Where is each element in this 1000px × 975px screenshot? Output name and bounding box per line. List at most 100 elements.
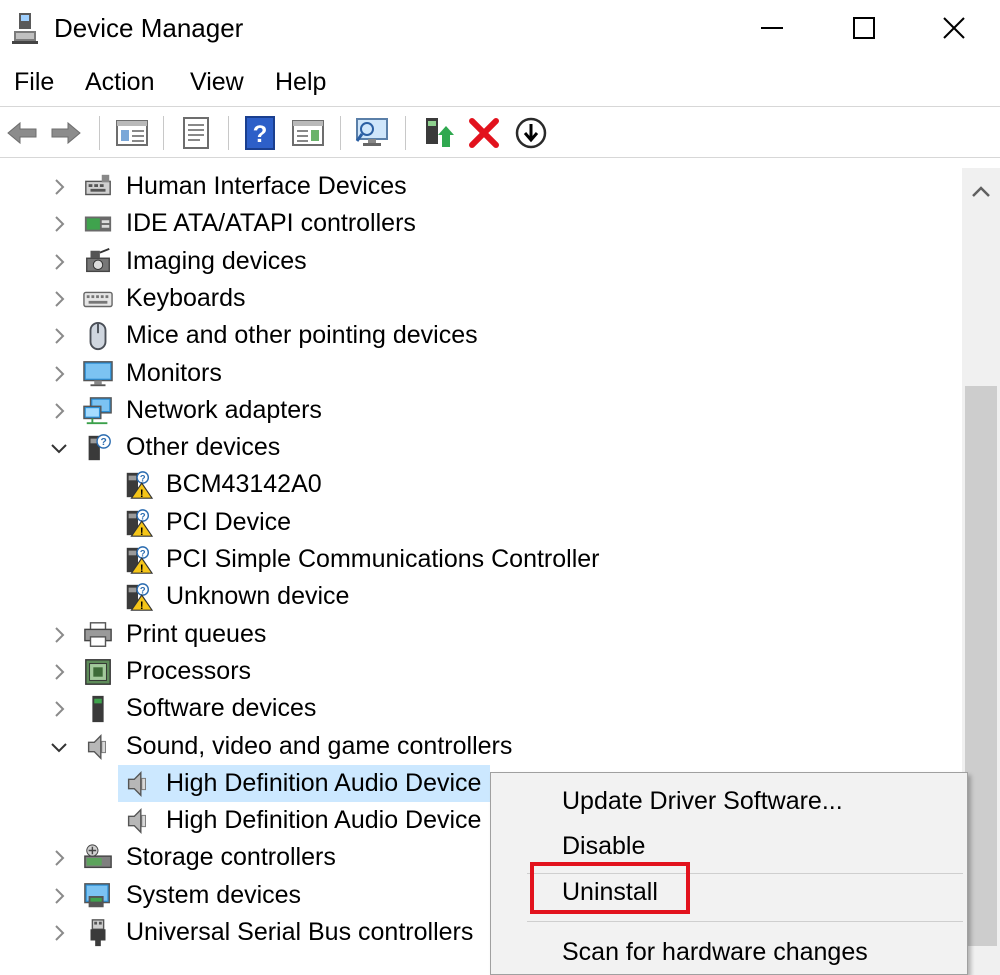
chevron-right-icon[interactable] <box>50 700 68 718</box>
toolbar-separator <box>340 116 341 150</box>
action-pane-icon[interactable] <box>290 115 326 151</box>
warning-device-icon: ?! <box>126 471 154 501</box>
chevron-right-icon[interactable] <box>50 849 68 867</box>
uninstall-x-icon[interactable] <box>466 115 502 151</box>
tree-category-network-adapters[interactable]: Network adapters <box>0 392 962 429</box>
chevron-right-icon[interactable] <box>50 215 68 233</box>
toolbar-separator <box>228 116 229 150</box>
chevron-down-icon[interactable] <box>50 738 68 756</box>
tree-item-label: Mice and other pointing devices <box>126 321 478 350</box>
tree-device-pci-device[interactable]: ?! PCI Device <box>0 504 962 541</box>
hid-icon <box>85 174 111 196</box>
uninstall-highlight-box <box>530 862 690 914</box>
update-driver-icon[interactable] <box>420 115 456 151</box>
tree-category-monitors[interactable]: Monitors <box>0 355 962 392</box>
tree-item-label: Print queues <box>126 619 267 648</box>
toolbar-separator <box>163 116 164 150</box>
menu-item-scan-hardware[interactable]: Scan for hardware changes <box>562 938 868 967</box>
tree-category-software-devices[interactable]: Software devices <box>0 690 962 727</box>
chevron-right-icon[interactable] <box>50 887 68 905</box>
tree-item-label: Software devices <box>126 694 317 723</box>
minimize-icon <box>761 27 783 29</box>
tree-category-print-queues[interactable]: Print queues <box>0 616 962 653</box>
tree-item-label: Network adapters <box>126 395 322 424</box>
scrollbar-thumb[interactable] <box>965 386 997 946</box>
processor-icon <box>85 659 111 685</box>
minimize-button[interactable] <box>726 0 818 56</box>
tree-item-label: Human Interface Devices <box>126 172 407 200</box>
tree-category-human-interface-devices[interactable]: Human Interface Devices <box>0 168 962 205</box>
tree-device-unknown-device[interactable]: ?! Unknown device <box>0 578 962 615</box>
properties-icon[interactable] <box>178 115 214 151</box>
menu-action[interactable]: Action <box>85 68 154 97</box>
menu-file[interactable]: File <box>14 68 54 97</box>
tree-item-label: Universal Serial Bus controllers <box>126 918 474 946</box>
menu-item-update-driver[interactable]: Update Driver Software... <box>562 787 843 816</box>
back-arrow-icon[interactable] <box>4 115 40 151</box>
software-icon <box>92 696 104 723</box>
svg-text:?: ? <box>140 548 146 558</box>
imaging-icon <box>86 247 110 272</box>
svg-text:?: ? <box>140 511 146 521</box>
ide-icon <box>84 216 112 232</box>
chevron-right-icon[interactable] <box>50 663 68 681</box>
chevron-right-icon[interactable] <box>50 402 68 420</box>
chevron-right-icon[interactable] <box>50 924 68 942</box>
svg-text:!: ! <box>140 600 144 612</box>
warning-device-icon: ?! <box>126 583 154 612</box>
tree-item-label: Unknown device <box>166 582 350 611</box>
tree-category-processors[interactable]: Processors <box>0 653 962 690</box>
chevron-right-icon[interactable] <box>50 253 68 271</box>
chevron-right-icon[interactable] <box>50 365 68 383</box>
tree-category-keyboards[interactable]: Keyboards <box>0 280 962 317</box>
maximize-button[interactable] <box>818 0 910 56</box>
scroll-up-arrow-icon[interactable] <box>962 172 1000 212</box>
usb-icon <box>90 919 106 947</box>
tree-item-label: Processors <box>126 656 252 685</box>
menu-view[interactable]: View <box>190 68 244 97</box>
disable-device-icon[interactable] <box>513 115 549 151</box>
chevron-right-icon[interactable] <box>50 290 68 308</box>
tree-item-label: Storage controllers <box>126 843 336 872</box>
chevron-right-icon[interactable] <box>50 178 68 196</box>
menu-separator <box>527 921 963 922</box>
toolbar-separator <box>99 116 100 150</box>
tree-item-label: System devices <box>126 880 302 909</box>
close-button[interactable] <box>908 0 1000 56</box>
tree-category-sound-video-and-game-controllers[interactable]: Sound, video and game controllers <box>0 728 962 765</box>
menu-item-disable[interactable]: Disable <box>562 832 645 861</box>
chevron-right-icon[interactable] <box>50 327 68 345</box>
toolbar: ? <box>0 106 1000 158</box>
show-hide-console-tree-icon[interactable] <box>114 115 150 151</box>
svg-text:?: ? <box>140 586 146 596</box>
tree-item-label: Other devices <box>126 433 281 462</box>
tree-item-label: PCI Simple Communications Controller <box>166 545 600 573</box>
tree-item-label: Monitors <box>126 358 222 387</box>
tree-device-bcm43142a0[interactable]: ?! BCM43142A0 <box>0 466 962 503</box>
tree-category-imaging-devices[interactable]: Imaging devices <box>0 243 962 280</box>
keyboard-icon <box>83 291 113 308</box>
speaker-icon <box>87 733 106 760</box>
scan-hardware-icon[interactable] <box>354 115 390 151</box>
tree-device-pci-simple-communications-controller[interactable]: ?! PCI Simple Communications Controller <box>0 541 962 578</box>
svg-text:!: ! <box>140 489 144 501</box>
tree-category-mice-and-other-pointing-devices[interactable]: Mice and other pointing devices <box>0 317 962 354</box>
tree-item-label: IDE ATA/ATAPI controllers <box>126 209 416 238</box>
forward-arrow-icon[interactable] <box>48 115 84 151</box>
title-bar: Device Manager <box>0 0 1000 56</box>
warning-device-icon: ?! <box>126 546 154 575</box>
tree-category-other-devices[interactable]: ? Other devices <box>0 429 962 466</box>
device-manager-icon <box>12 13 38 44</box>
help-icon[interactable]: ? <box>242 115 278 151</box>
svg-text:?: ? <box>100 437 106 448</box>
printer-icon <box>84 621 112 647</box>
chevron-down-icon[interactable] <box>50 439 68 457</box>
chevron-right-icon[interactable] <box>50 626 68 644</box>
toolbar-separator <box>405 116 406 150</box>
menu-bar: File Action View Help <box>0 60 1000 104</box>
mouse-icon <box>89 322 107 351</box>
tree-item-label: High Definition Audio Device <box>166 806 482 835</box>
tree-category-ide-ata-atapi-controllers[interactable]: IDE ATA/ATAPI controllers <box>0 205 962 242</box>
tree-item-label: Sound, video and game controllers <box>126 731 513 760</box>
menu-help[interactable]: Help <box>275 68 326 97</box>
